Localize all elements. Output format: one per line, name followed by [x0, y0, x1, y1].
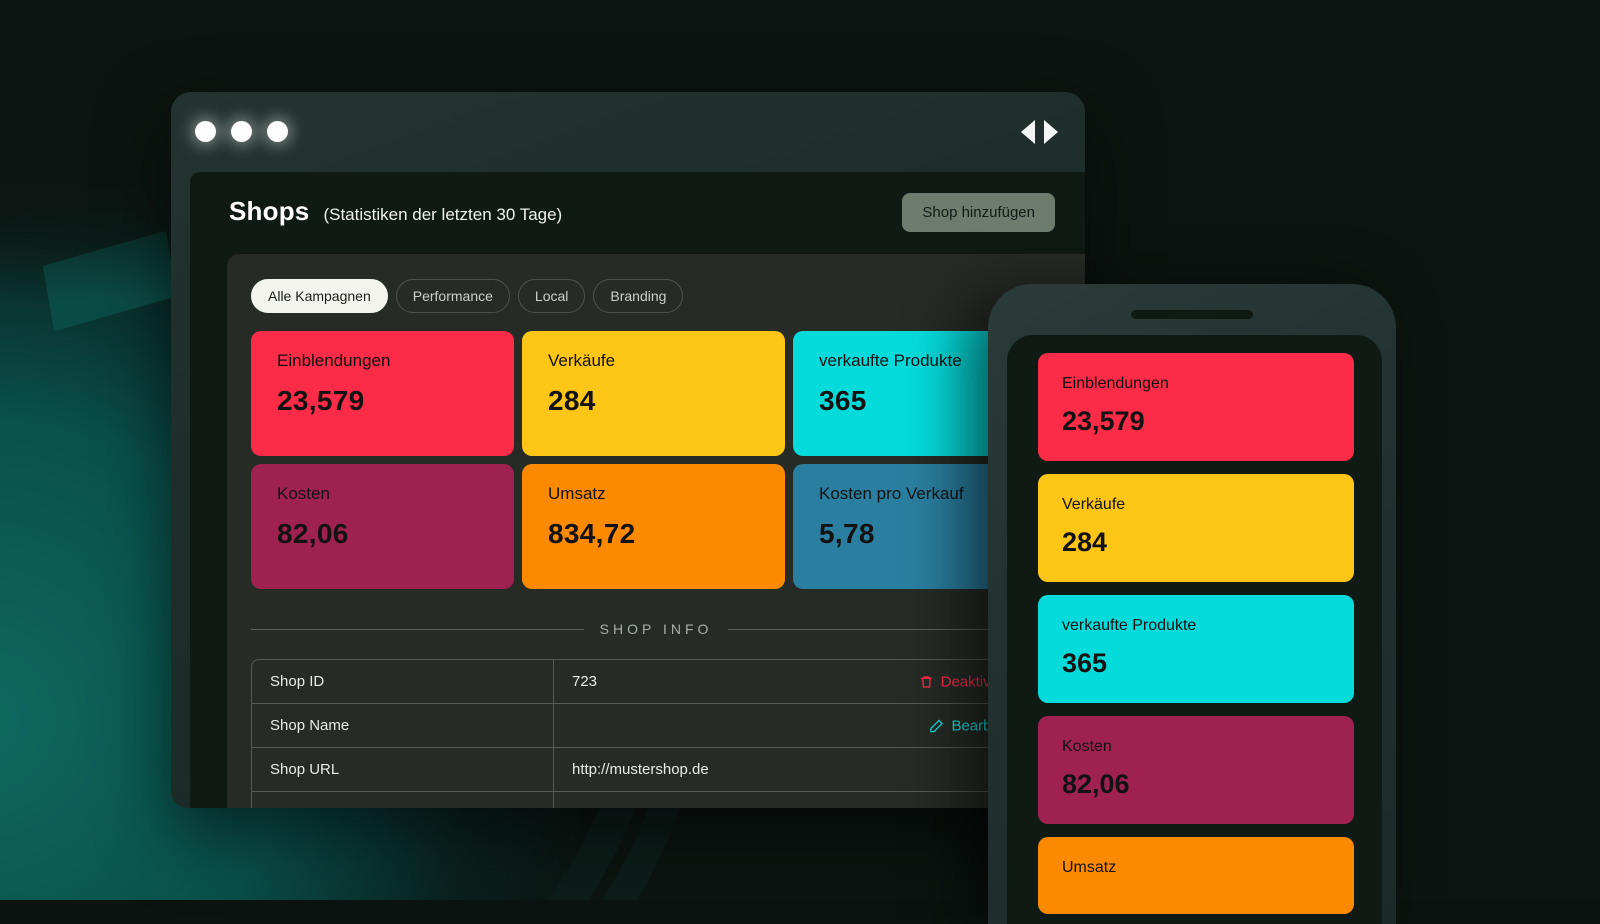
page-subtitle: (Statistiken der letzten 30 Tage)	[323, 205, 562, 225]
table-row: Shop ID723Deaktivieren	[252, 660, 1040, 704]
info-row-value-cell: 723Deaktivieren	[554, 660, 1040, 704]
phone-stat-value: 365	[1062, 648, 1330, 679]
browser-viewport: Shops (Statistiken der letzten 30 Tage) …	[190, 172, 1085, 808]
stat-card-value: 284	[548, 385, 763, 417]
info-row-value: 723	[572, 673, 597, 690]
browser-window: Shops (Statistiken der letzten 30 Tage) …	[171, 92, 1085, 808]
phone-stat-label: Kosten	[1062, 738, 1330, 756]
tab-alle-kampagnen[interactable]: Alle Kampagnen	[251, 279, 388, 313]
window-controls[interactable]	[195, 121, 288, 142]
forward-arrow-icon[interactable]	[1044, 120, 1058, 144]
add-shop-button[interactable]: Shop hinzufügen	[902, 193, 1055, 232]
stat-card-value: 82,06	[277, 518, 492, 550]
phone-stat-label: Umsatz	[1062, 859, 1330, 877]
info-row-key: Shop Name	[252, 704, 554, 748]
stat-card: Verkäufe 284	[522, 331, 785, 456]
stat-card-value: 834,72	[548, 518, 763, 550]
phone-stat-value: 284	[1062, 527, 1330, 558]
title-group: Shops (Statistiken der letzten 30 Tage)	[229, 196, 562, 227]
section-divider: SHOP INFO	[251, 621, 1061, 637]
info-row-value: http://mustershop.de	[572, 761, 709, 778]
divider-line-left	[251, 629, 584, 630]
phone-stat-label: Verkäufe	[1062, 496, 1330, 514]
navigation-arrows[interactable]	[1021, 120, 1058, 144]
window-titlebar	[171, 92, 1085, 174]
back-arrow-icon[interactable]	[1021, 120, 1035, 144]
tab-performance[interactable]: Performance	[396, 279, 510, 313]
stat-card: Umsatz 834,72	[522, 464, 785, 589]
close-dot-icon[interactable]	[195, 121, 216, 142]
pencil-icon	[929, 718, 944, 733]
stat-card-label: Umsatz	[548, 484, 763, 504]
info-row-key	[252, 792, 554, 808]
info-row-value-cell: Bearbeiten	[554, 704, 1040, 748]
stat-card-label: Kosten	[277, 484, 492, 504]
info-row-value-cell	[554, 792, 1040, 808]
campaign-filter-tabs[interactable]: Alle KampagnenPerformanceLocalBranding	[227, 254, 1085, 313]
table-row: Shop NameBearbeiten	[252, 704, 1040, 748]
info-row-key: Shop URL	[252, 748, 554, 792]
stat-card-value: 23,579	[277, 385, 492, 417]
stat-card-grid: Einblendungen23,579Verkäufe284verkaufte …	[227, 313, 1085, 589]
stat-card: Kosten 82,06	[251, 464, 514, 589]
page-title: Shops	[229, 196, 309, 227]
shop-info-table: Shop ID723DeaktivierenShop NameBearbeite…	[251, 659, 1041, 808]
minimize-dot-icon[interactable]	[231, 121, 252, 142]
phone-stat-value: 82,06	[1062, 769, 1330, 800]
stat-card-label: Verkäufe	[548, 351, 763, 371]
maximize-dot-icon[interactable]	[267, 121, 288, 142]
stat-card-label: Einblendungen	[277, 351, 492, 371]
page-header: Shops (Statistiken der letzten 30 Tage) …	[190, 172, 1085, 248]
info-row-value-cell: http://mustershop.de	[554, 748, 1040, 792]
tab-branding[interactable]: Branding	[593, 279, 683, 313]
trash-icon	[919, 674, 934, 689]
phone-stat-card: Kosten 82,06	[1038, 716, 1354, 824]
phone-stat-card: verkaufte Produkte 365	[1038, 595, 1354, 703]
table-row: Shop URL http://mustershop.de	[252, 748, 1040, 792]
section-divider-label: SHOP INFO	[600, 621, 713, 637]
phone-stat-card: Umsatz	[1038, 837, 1354, 914]
phone-screen: Einblendungen 23,579 Verkäufe 284 verkaufte …	[1007, 335, 1382, 924]
phone-stat-value: 23,579	[1062, 406, 1330, 437]
content-panel: Alle KampagnenPerformanceLocalBranding E…	[227, 254, 1085, 808]
phone-stat-card: Einblendungen 23,579	[1038, 353, 1354, 461]
table-row	[252, 792, 1040, 808]
phone-speaker-icon	[1131, 310, 1253, 319]
info-row-key: Shop ID	[252, 660, 554, 704]
phone-stat-label: Einblendungen	[1062, 375, 1330, 393]
phone-stat-label: verkaufte Produkte	[1062, 617, 1330, 635]
stat-card: Einblendungen 23,579	[251, 331, 514, 456]
tab-local[interactable]: Local	[518, 279, 585, 313]
phone-mockup: Einblendungen 23,579 Verkäufe 284 verkaufte …	[988, 284, 1396, 924]
phone-stat-card: Verkäufe 284	[1038, 474, 1354, 582]
